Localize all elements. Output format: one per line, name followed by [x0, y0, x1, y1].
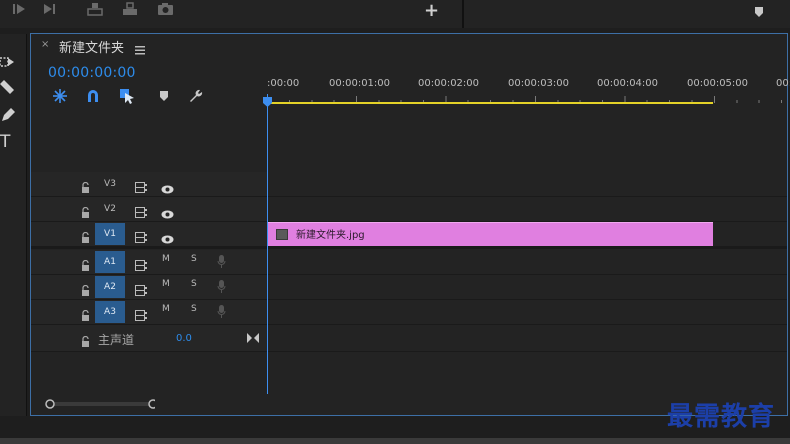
microphone-icon[interactable]: [217, 279, 226, 294]
ruler-label: 00:00:05:00: [687, 78, 749, 89]
track-header-v2[interactable]: V2: [31, 197, 267, 222]
play-to-in-icon[interactable]: [12, 2, 30, 18]
track-header-a3[interactable]: A3 M S: [31, 300, 267, 325]
image-clip-icon: [276, 229, 288, 240]
window-bottom-edge: [0, 438, 790, 444]
lane-master[interactable]: [267, 325, 787, 352]
lock-icon[interactable]: [81, 178, 90, 193]
lane-separator: [267, 246, 787, 249]
master-volume-value[interactable]: 0.0: [176, 333, 192, 344]
track-header-master[interactable]: [31, 325, 267, 352]
lane-v2[interactable]: [267, 197, 787, 222]
wrench-settings-icon[interactable]: [187, 88, 203, 104]
sync-lock-icon[interactable]: [135, 228, 147, 243]
ruler-label: :00:00: [267, 78, 300, 89]
mute-button[interactable]: M: [162, 279, 170, 289]
solo-button[interactable]: S: [191, 304, 197, 314]
track-header-v3[interactable]: V3: [31, 172, 267, 197]
source-monitor-strip: [466, 0, 790, 28]
program-monitor-controls: +: [0, 0, 464, 28]
track-select-tool-icon[interactable]: [0, 54, 16, 68]
close-tab-button[interactable]: ×: [41, 39, 49, 50]
track-header-a1[interactable]: A1 M S: [31, 250, 267, 275]
sync-lock-icon[interactable]: [135, 281, 147, 296]
ruler-label: 00:00:04:00: [597, 78, 659, 89]
sync-lock-icon[interactable]: [135, 306, 147, 321]
snap-magnet-icon[interactable]: [85, 88, 101, 104]
lift-icon[interactable]: [86, 2, 104, 18]
solo-button[interactable]: S: [191, 279, 197, 289]
lock-icon[interactable]: [81, 256, 90, 271]
panel-menu-icon[interactable]: [135, 40, 145, 55]
sync-lock-icon[interactable]: [135, 178, 147, 193]
marker-icon[interactable]: [754, 3, 764, 17]
master-track-label: 主声道: [98, 333, 135, 347]
lane-a2[interactable]: [267, 275, 787, 300]
microphone-icon[interactable]: [217, 254, 226, 269]
sync-lock-icon[interactable]: [135, 203, 147, 218]
track-name[interactable]: V3: [95, 173, 125, 195]
ruler-label: 00:00:03:00: [508, 78, 570, 89]
lock-icon[interactable]: [81, 306, 90, 321]
ruler-label: 00:0: [776, 78, 790, 89]
lock-icon[interactable]: [81, 228, 90, 243]
clip-name: 新建文件夹.jpg: [296, 230, 365, 241]
track-name[interactable]: A1: [95, 251, 125, 273]
sync-lock-icon[interactable]: [135, 256, 147, 271]
timeline-panel: × 新建文件夹 00:00:00:00 :00:00 00:00:01:00 0…: [30, 33, 790, 416]
mute-button[interactable]: M: [162, 304, 170, 314]
lane-empty-top: [267, 104, 787, 173]
playhead-handle-icon[interactable]: [263, 92, 272, 107]
track-name[interactable]: V2: [95, 198, 125, 220]
playhead-line[interactable]: [267, 94, 268, 394]
nest-sequence-icon[interactable]: [52, 88, 68, 104]
linked-selection-icon[interactable]: [119, 88, 135, 104]
master-lock-icon[interactable]: [81, 332, 90, 347]
go-to-end-icon[interactable]: [247, 328, 259, 343]
track-header-v1[interactable]: V1: [31, 222, 267, 247]
type-tool-icon[interactable]: T: [0, 132, 10, 152]
extract-icon[interactable]: [121, 2, 139, 18]
solo-button[interactable]: S: [191, 254, 197, 264]
microphone-icon[interactable]: [217, 304, 226, 319]
lock-icon[interactable]: [81, 203, 90, 218]
track-name[interactable]: A2: [95, 276, 125, 298]
track-name[interactable]: A3: [95, 301, 125, 323]
ruler-label: 00:00:02:00: [418, 78, 480, 89]
add-marker-icon[interactable]: [156, 88, 172, 104]
lane-a3[interactable]: [267, 300, 787, 325]
tools-panel: T: [0, 34, 27, 416]
eye-icon[interactable]: [161, 204, 174, 219]
lane-v3[interactable]: [267, 172, 787, 197]
lock-icon[interactable]: [81, 281, 90, 296]
video-audio-separator: [31, 246, 267, 249]
track-name[interactable]: V1: [95, 223, 125, 245]
step-forward-icon[interactable]: [42, 2, 60, 18]
time-ruler[interactable]: :00:00 00:00:01:00 00:00:02:00 00:00:03:…: [267, 70, 790, 104]
pen-tool-icon[interactable]: [0, 107, 16, 123]
add-button[interactable]: +: [424, 0, 439, 21]
lane-a1[interactable]: [267, 250, 787, 275]
playhead-timecode[interactable]: 00:00:00:00: [48, 65, 136, 81]
razor-tool-icon[interactable]: [0, 80, 16, 96]
zoom-scrollbar[interactable]: [45, 394, 158, 409]
video-clip[interactable]: 新建文件夹.jpg: [268, 222, 713, 246]
track-header-a2[interactable]: A2 M S: [31, 275, 267, 300]
camera-icon[interactable]: [157, 2, 175, 18]
track-headers: V3 V2 V1 A1 M S A2 M S A3 M S: [31, 104, 267, 394]
sequence-tab-title[interactable]: 新建文件夹: [59, 37, 124, 56]
watermark-text: 最需教育: [667, 402, 776, 432]
eye-icon[interactable]: [161, 229, 174, 244]
mute-button[interactable]: M: [162, 254, 170, 264]
eye-icon[interactable]: [161, 179, 174, 194]
track-lanes[interactable]: [267, 104, 787, 394]
ruler-label: 00:00:01:00: [329, 78, 391, 89]
